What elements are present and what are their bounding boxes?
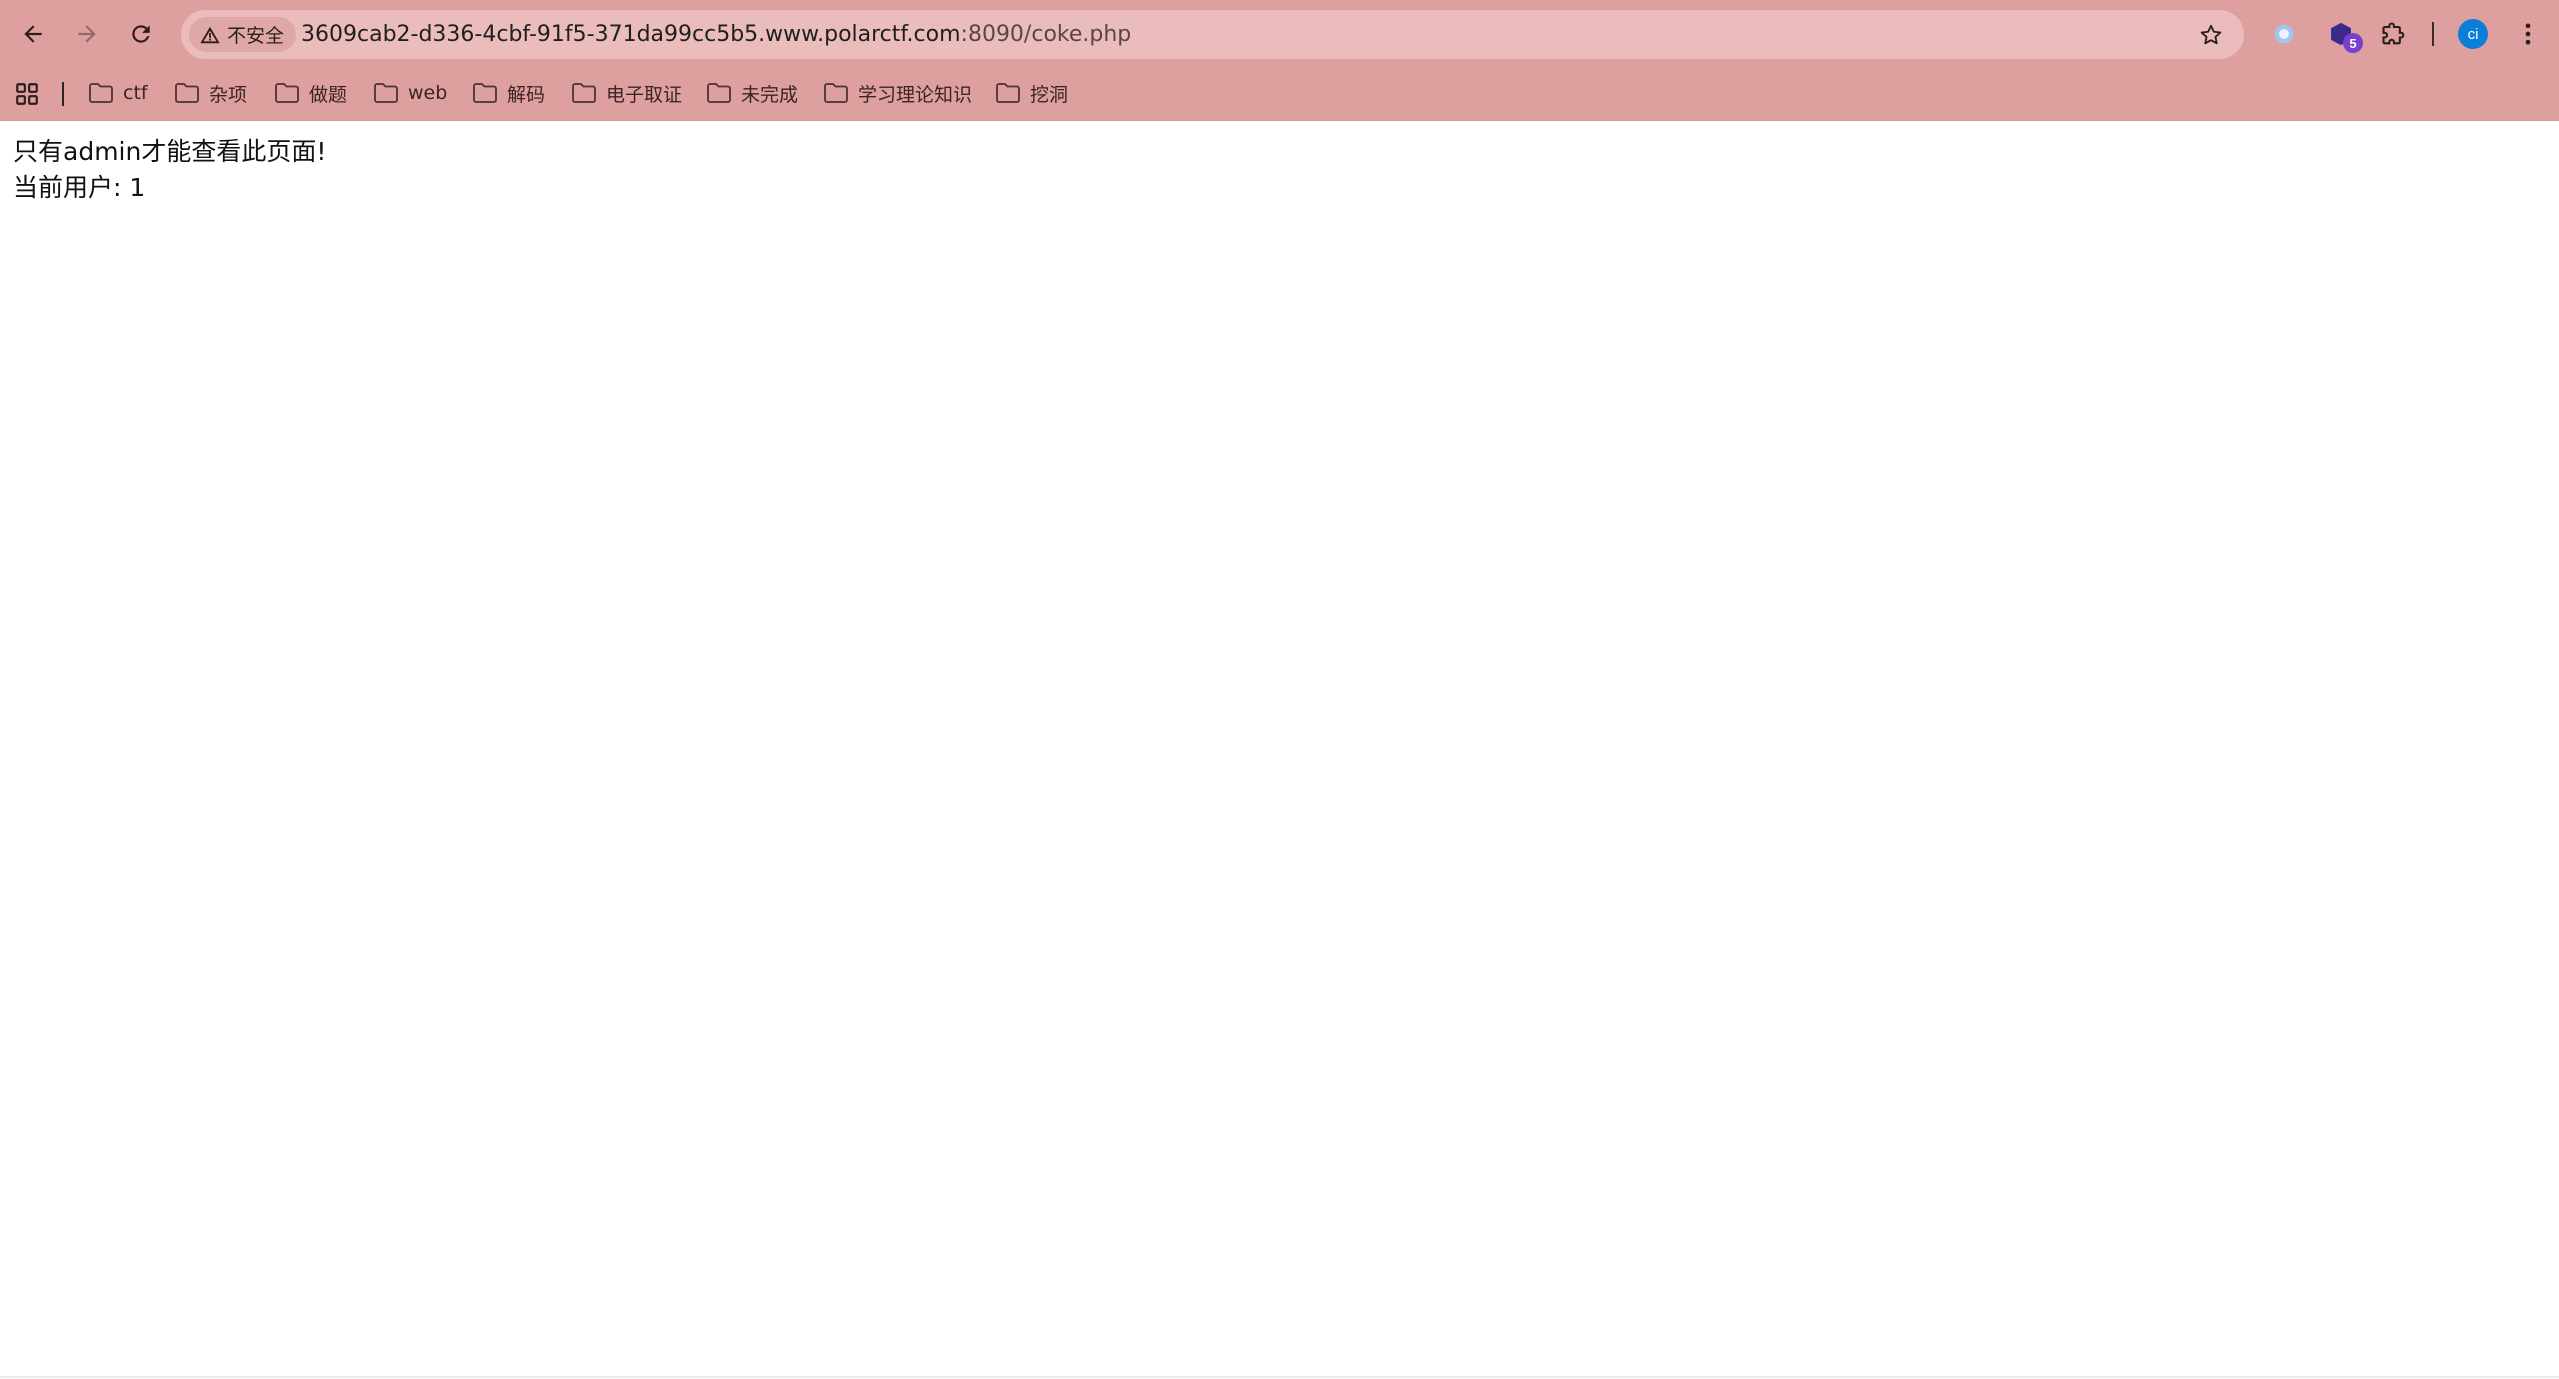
reload-icon bbox=[132, 25, 150, 43]
security-label: 不安全 bbox=[227, 25, 285, 47]
bookmarks-divider bbox=[62, 82, 64, 106]
url-path: :8090/coke.php bbox=[960, 22, 1132, 47]
folder-icon bbox=[707, 83, 731, 103]
bookmark-folder-misc[interactable]: 杂项 bbox=[168, 76, 253, 110]
puzzle-icon bbox=[2382, 22, 2405, 45]
extensions-button[interactable] bbox=[2376, 16, 2412, 52]
bookmark-label: 挖洞 bbox=[1030, 83, 1069, 106]
url-text[interactable]: 3609cab2-d336-4cbf-91f5-371da99cc5b5.www… bbox=[301, 10, 1131, 59]
bookmark-label: 杂项 bbox=[209, 83, 248, 106]
bookmark-folder-web[interactable]: web bbox=[367, 76, 453, 110]
reload-button[interactable] bbox=[121, 14, 161, 54]
folder-icon bbox=[996, 83, 1020, 103]
security-indicator[interactable]: 不安全 bbox=[189, 17, 297, 52]
current-user-text: 当前用户: 1 bbox=[13, 173, 146, 202]
bookmark-label: 解码 bbox=[507, 83, 546, 106]
folder-icon bbox=[824, 83, 848, 103]
folder-icon bbox=[374, 83, 398, 103]
forward-arrow-icon bbox=[78, 25, 96, 43]
browser-chrome: 不安全 3609cab2-d336-4cbf-91f5-371da99cc5b5… bbox=[0, 0, 2559, 121]
bookmark-label: 做题 bbox=[309, 83, 348, 106]
browser-menu-button[interactable] bbox=[2510, 16, 2546, 52]
page-content: 只有admin才能查看此页面! 当前用户: 1 bbox=[13, 134, 326, 206]
folder-icon bbox=[473, 83, 497, 103]
toolbar-divider bbox=[2432, 22, 2434, 46]
bookmark-folder-ctf[interactable]: ctf bbox=[82, 76, 154, 110]
bookmark-label: 学习理论知识 bbox=[858, 83, 973, 106]
extension-hexagon-button[interactable]: 5 bbox=[2323, 16, 2363, 53]
bookmark-star-button[interactable] bbox=[2196, 20, 2226, 50]
back-button[interactable] bbox=[13, 14, 53, 54]
bookmark-folder-practice[interactable]: 做题 bbox=[268, 76, 353, 110]
bookmark-folder-unfinished[interactable]: 未完成 bbox=[700, 76, 804, 110]
bookmark-folder-decode[interactable]: 解码 bbox=[466, 76, 551, 110]
extension-ring-button[interactable] bbox=[2266, 16, 2302, 52]
forward-button[interactable] bbox=[67, 14, 107, 54]
warning-triangle-icon bbox=[200, 26, 220, 43]
address-bar[interactable]: 不安全 3609cab2-d336-4cbf-91f5-371da99cc5b5… bbox=[181, 10, 2244, 59]
profile-button[interactable]: ci bbox=[2455, 16, 2491, 52]
star-icon bbox=[2200, 24, 2222, 45]
folder-icon bbox=[275, 83, 299, 103]
extension-badge: 5 bbox=[2343, 33, 2363, 53]
folder-icon bbox=[89, 83, 113, 103]
bookmark-folder-theory[interactable]: 学习理论知识 bbox=[817, 76, 978, 110]
folder-icon bbox=[175, 83, 199, 103]
bookmark-folder-bughunt[interactable]: 挖洞 bbox=[989, 76, 1074, 110]
bookmark-label: 电子取证 bbox=[606, 83, 683, 106]
ring-icon bbox=[2274, 24, 2294, 44]
bookmarks-bar: ctf 杂项 做题 web 解码 电子取证 未完成 学习理论知识 挖洞 bbox=[0, 72, 2559, 114]
url-host: 3609cab2-d336-4cbf-91f5-371da99cc5b5.www… bbox=[301, 22, 961, 47]
bookmark-label: ctf bbox=[123, 82, 148, 104]
bookmark-label: 未完成 bbox=[741, 83, 799, 106]
kebab-menu-icon bbox=[2525, 23, 2531, 45]
apps-grid-icon[interactable] bbox=[14, 81, 40, 107]
window-bottom-edge bbox=[0, 1376, 2559, 1378]
back-arrow-icon bbox=[24, 25, 42, 43]
folder-icon bbox=[572, 83, 596, 103]
bookmark-folder-forensics[interactable]: 电子取证 bbox=[565, 76, 688, 110]
avatar: ci bbox=[2458, 19, 2488, 49]
access-denied-message: 只有admin才能查看此页面! bbox=[13, 137, 327, 166]
bookmark-label: web bbox=[408, 82, 448, 104]
